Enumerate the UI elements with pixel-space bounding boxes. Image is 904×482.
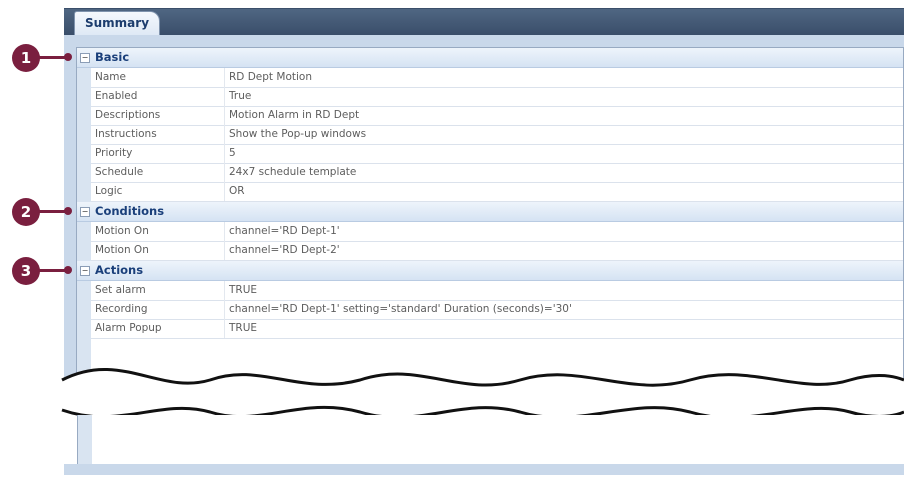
grid-lower-area xyxy=(77,415,904,465)
callout-1-dot xyxy=(64,53,72,61)
callout-2-dot xyxy=(64,207,72,215)
panel-bottom xyxy=(64,464,904,474)
callout-3: 3 xyxy=(12,257,40,285)
callout-1: 1 xyxy=(12,44,40,72)
callout-3-dot xyxy=(64,266,72,274)
callout-2: 2 xyxy=(12,198,40,226)
grid-gutter-lower xyxy=(78,415,92,464)
break-wave-overlay xyxy=(61,368,904,470)
